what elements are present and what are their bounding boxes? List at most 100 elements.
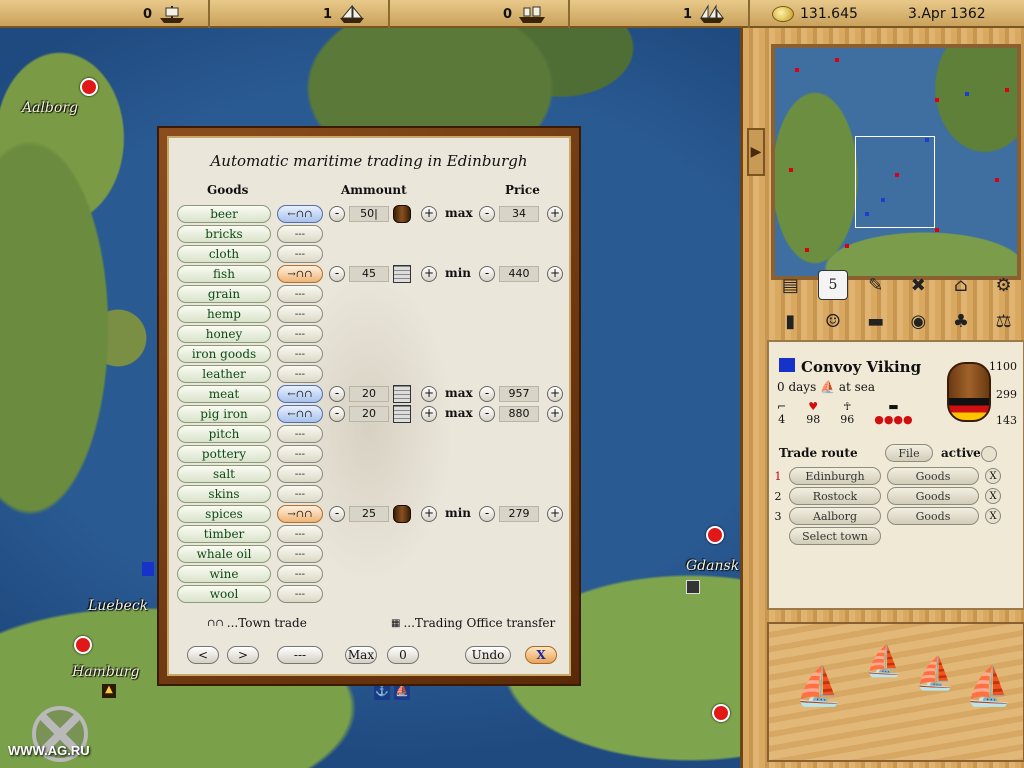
goods-name-button[interactable]: spices: [177, 505, 271, 523]
amount-increase-button[interactable]: +: [421, 206, 437, 222]
trade-mode-button[interactable]: ---: [277, 485, 323, 503]
file-button[interactable]: File: [885, 444, 933, 462]
city-label-gdansk[interactable]: Gdansk: [686, 558, 739, 574]
amount-decrease-button[interactable]: -: [329, 406, 345, 422]
building-icon[interactable]: ⌂: [946, 270, 976, 300]
amount-increase-button[interactable]: +: [421, 406, 437, 422]
amount-increase-button[interactable]: +: [421, 386, 437, 402]
ship-count-snaikka[interactable]: 1: [210, 0, 390, 28]
goods-name-button[interactable]: skins: [177, 485, 271, 503]
goods-name-button[interactable]: wine: [177, 565, 271, 583]
active-toggle[interactable]: [981, 446, 997, 462]
goods-name-button[interactable]: timber: [177, 525, 271, 543]
trade-mode-button[interactable]: ---: [277, 565, 323, 583]
trade-mode-button[interactable]: ---: [277, 545, 323, 563]
trade-mode-button[interactable]: ---: [277, 525, 323, 543]
amount-decrease-button[interactable]: -: [329, 206, 345, 222]
anchor-icon[interactable]: ⚓: [374, 684, 390, 700]
goods-name-button[interactable]: salt: [177, 465, 271, 483]
trade-mode-button[interactable]: ←∩∩: [277, 405, 323, 423]
scales-icon[interactable]: ⚖: [989, 306, 1019, 336]
convoy-flag-icon[interactable]: [142, 562, 154, 576]
goods-name-button[interactable]: whale oil: [177, 545, 271, 563]
trade-mode-button[interactable]: ←∩∩: [277, 205, 323, 223]
trade-mode-button[interactable]: →∩∩: [277, 265, 323, 283]
amount-decrease-button[interactable]: -: [329, 266, 345, 282]
logbook-icon[interactable]: ▤: [775, 270, 805, 300]
undo-button[interactable]: Undo: [465, 646, 511, 664]
remove-route-button[interactable]: X: [985, 488, 1001, 504]
city-label-luebeck[interactable]: Luebeck: [88, 598, 148, 614]
trade-mode-button[interactable]: ---: [277, 365, 323, 383]
previous-button[interactable]: <: [187, 646, 219, 664]
city-marker[interactable]: [712, 704, 730, 722]
max-button[interactable]: Max: [345, 646, 377, 664]
minimap[interactable]: [771, 44, 1021, 280]
trade-mode-button[interactable]: ---: [277, 345, 323, 363]
lighthouse-icon[interactable]: ▲: [102, 684, 116, 698]
select-town-button[interactable]: Select town: [789, 527, 881, 545]
goods-name-button[interactable]: pitch: [177, 425, 271, 443]
city-marker-gdansk[interactable]: [706, 526, 724, 544]
trade-mode-button[interactable]: ---: [277, 425, 323, 443]
route-town-button[interactable]: Edinburgh: [789, 467, 881, 485]
feather-icon[interactable]: ✎: [861, 270, 891, 300]
captain-icon[interactable]: ☺: [818, 306, 848, 336]
cannon-icon[interactable]: ▬: [861, 306, 891, 336]
goods-name-button[interactable]: cloth: [177, 245, 271, 263]
price-decrease-button[interactable]: -: [479, 206, 495, 222]
ship-marker-icon[interactable]: ⛵: [394, 684, 410, 700]
goods-name-button[interactable]: honey: [177, 325, 271, 343]
ship-count-cog[interactable]: 0: [30, 0, 210, 28]
price-increase-button[interactable]: +: [547, 506, 563, 522]
goods-name-button[interactable]: beer: [177, 205, 271, 223]
eye-icon[interactable]: ◉: [903, 306, 933, 336]
city-label-aalborg[interactable]: Aalborg: [22, 100, 78, 116]
amount-decrease-button[interactable]: -: [329, 386, 345, 402]
crew-icon[interactable]: ♣: [946, 306, 976, 336]
goods-name-button[interactable]: hemp: [177, 305, 271, 323]
trade-mode-button[interactable]: ---: [277, 285, 323, 303]
goods-name-button[interactable]: grain: [177, 285, 271, 303]
goods-name-button[interactable]: pig iron: [177, 405, 271, 423]
remove-route-button[interactable]: X: [985, 508, 1001, 524]
goods-name-button[interactable]: wool: [177, 585, 271, 603]
city-marker-hamburg[interactable]: [74, 636, 92, 654]
clear-mode-button[interactable]: ---: [277, 646, 323, 664]
price-increase-button[interactable]: +: [547, 406, 563, 422]
goods-name-button[interactable]: leather: [177, 365, 271, 383]
price-decrease-button[interactable]: -: [479, 406, 495, 422]
amount-increase-button[interactable]: +: [421, 506, 437, 522]
next-button[interactable]: >: [227, 646, 259, 664]
trade-mode-button[interactable]: ---: [277, 445, 323, 463]
price-decrease-button[interactable]: -: [479, 506, 495, 522]
route-goods-button[interactable]: Goods: [887, 467, 979, 485]
gear-icon[interactable]: ⚙: [989, 270, 1019, 300]
route-goods-button[interactable]: Goods: [887, 487, 979, 505]
goods-name-button[interactable]: fish: [177, 265, 271, 283]
close-button[interactable]: X: [525, 646, 557, 664]
goods-name-button[interactable]: bricks: [177, 225, 271, 243]
amount-decrease-button[interactable]: -: [329, 506, 345, 522]
remove-route-button[interactable]: X: [985, 468, 1001, 484]
route-town-button[interactable]: Aalborg: [789, 507, 881, 525]
price-decrease-button[interactable]: -: [479, 266, 495, 282]
route-goods-button[interactable]: Goods: [887, 507, 979, 525]
amount-increase-button[interactable]: +: [421, 266, 437, 282]
trade-mode-button[interactable]: ---: [277, 585, 323, 603]
goods-name-button[interactable]: meat: [177, 385, 271, 403]
ship-count-hulk[interactable]: 0: [390, 0, 570, 28]
price-increase-button[interactable]: +: [547, 386, 563, 402]
city-marker-aalborg[interactable]: [80, 78, 98, 96]
calendar-icon[interactable]: 5: [817, 270, 848, 300]
trade-mode-button[interactable]: ---: [277, 225, 323, 243]
trade-mode-button[interactable]: ---: [277, 305, 323, 323]
trade-mode-button[interactable]: ---: [277, 465, 323, 483]
trade-mode-button[interactable]: ---: [277, 325, 323, 343]
price-increase-button[interactable]: +: [547, 266, 563, 282]
trade-mode-button[interactable]: ---: [277, 245, 323, 263]
price-decrease-button[interactable]: -: [479, 386, 495, 402]
goods-name-button[interactable]: pottery: [177, 445, 271, 463]
anchor-icon[interactable]: [686, 580, 700, 594]
trade-mode-button[interactable]: →∩∩: [277, 505, 323, 523]
